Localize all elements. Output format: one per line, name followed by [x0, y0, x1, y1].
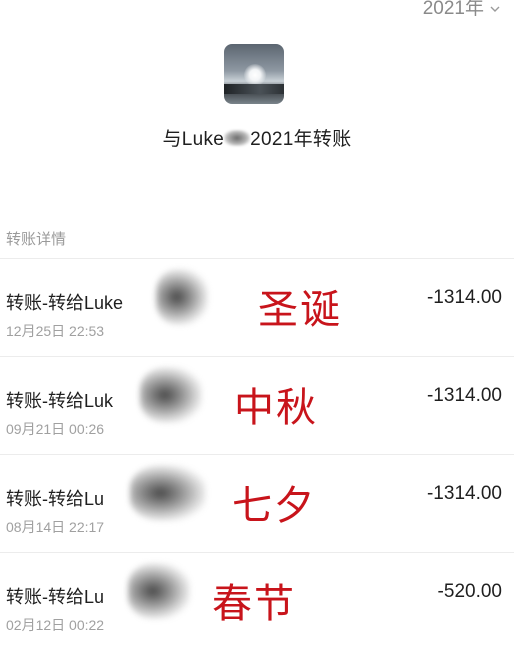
transaction-title: 转账-转给Lu	[6, 587, 105, 607]
transaction-amount: -1314.00	[426, 287, 502, 308]
section-label: 转账详情	[6, 231, 67, 248]
avatar	[224, 44, 284, 104]
transaction-time: 12月25日 22:53	[6, 323, 105, 339]
transaction-title: 转账-转给Luk	[6, 391, 114, 411]
redaction-blur	[224, 130, 251, 146]
redaction-blur	[140, 367, 202, 423]
transaction-time: 08月14日 22:17	[6, 519, 105, 535]
page-title: 与Luke 2021年转账	[0, 124, 514, 151]
redaction-blur	[128, 563, 190, 619]
redaction-blur	[156, 269, 208, 325]
page-title-suffix: 2021年转账	[250, 129, 352, 150]
handwritten-note: 春节	[212, 581, 296, 627]
transaction-row[interactable]: 转账-转给Lu 02月12日 00:22 春节 -520.00	[0, 552, 514, 651]
year-selector-label: 2021年	[422, 0, 484, 19]
transaction-title: 转账-转给Lu	[6, 489, 105, 509]
transaction-time: 09月21日 00:26	[6, 421, 105, 437]
handwritten-note: 七夕	[232, 483, 316, 529]
handwritten-note: 中秋	[234, 385, 318, 431]
redaction-blur	[130, 465, 206, 521]
chevron-down-icon	[490, 6, 500, 12]
transaction-time: 02月12日 00:22	[6, 617, 105, 633]
year-selector[interactable]: 2021年	[423, 0, 500, 20]
transaction-row[interactable]: 转账-转给Luk 09月21日 00:26 中秋 -1314.00	[0, 356, 514, 455]
transaction-title: 转账-转给Luke	[6, 293, 124, 313]
transaction-amount: -1314.00	[426, 483, 502, 504]
transaction-amount: -1314.00	[426, 385, 502, 406]
handwritten-note: 圣诞	[258, 287, 342, 333]
transaction-row[interactable]: 转账-转给Luke 12月25日 22:53 圣诞 -1314.00	[0, 258, 514, 357]
transaction-amount: -520.00	[437, 581, 502, 602]
page-title-prefix: 与Luke	[162, 129, 225, 150]
transaction-row[interactable]: 转账-转给Lu 08月14日 22:17 七夕 -1314.00	[0, 454, 514, 553]
